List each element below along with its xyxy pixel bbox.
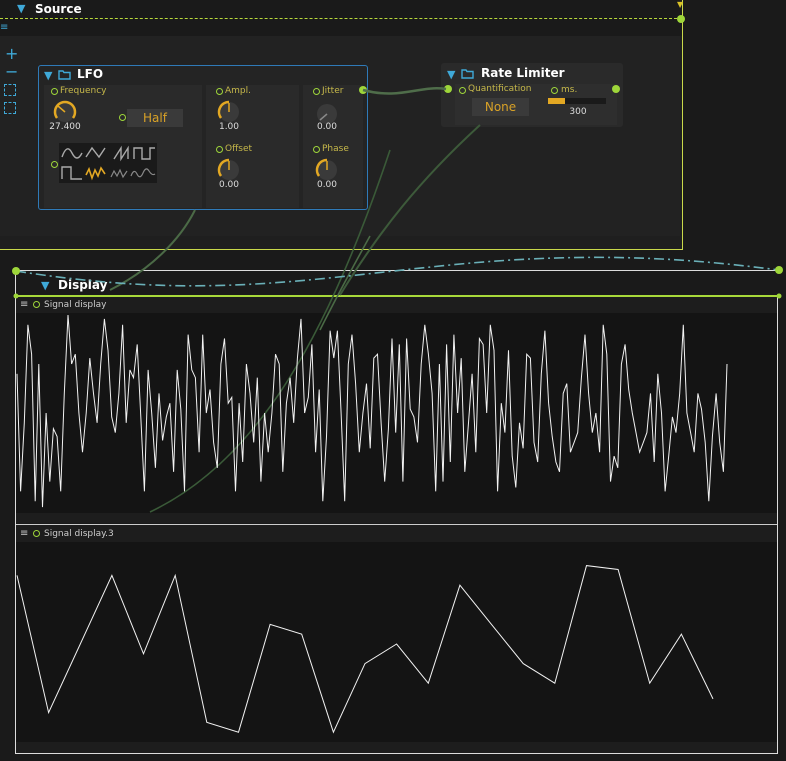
ms-value: 300 (569, 107, 587, 117)
display-group-header[interactable] (16, 273, 778, 297)
quantification-button[interactable]: None (472, 98, 529, 116)
offset-label: Offset (225, 144, 253, 154)
ms-port[interactable] (551, 87, 558, 94)
jitter-port[interactable] (313, 88, 320, 95)
signal-display-plot (16, 313, 777, 513)
offset-knob[interactable] (217, 158, 241, 182)
group-corner-handle[interactable] (677, 15, 685, 23)
frequency-port[interactable] (51, 88, 58, 95)
offset-port[interactable] (216, 146, 223, 153)
add-icon[interactable]: + (5, 46, 18, 62)
rate-limiter-node-title: Rate Limiter (481, 66, 565, 80)
menu-icon[interactable]: ≡ (0, 22, 8, 33)
display-group-title: Display (58, 278, 108, 292)
chevron-down-icon[interactable]: ▼ (44, 69, 52, 82)
signal-display-3-input-port[interactable] (33, 530, 40, 537)
ms-label: ms. (561, 85, 578, 95)
signal-display-3-plot (16, 542, 777, 742)
signal-display-input-port[interactable] (33, 301, 40, 308)
source-group-header[interactable] (0, 0, 682, 19)
amplitude-value: 1.00 (218, 122, 240, 132)
frequency-value: 27.400 (49, 122, 81, 132)
amplitude-port[interactable] (216, 88, 223, 95)
rate-limiter-input-port[interactable] (444, 85, 452, 93)
phase-port[interactable] (313, 146, 320, 153)
folder-icon[interactable] (58, 69, 71, 80)
lfo-output-port[interactable] (359, 86, 367, 94)
phase-knob[interactable] (315, 158, 339, 182)
offset-value: 0.00 (218, 180, 240, 190)
fit-view-icon[interactable] (4, 84, 16, 96)
amplitude-knob[interactable] (217, 100, 241, 124)
half-button[interactable]: Half (127, 109, 183, 127)
jitter-value: 0.00 (316, 122, 338, 132)
chevron-down-icon[interactable]: ▼ (17, 2, 25, 15)
ms-slider[interactable] (548, 98, 606, 104)
source-content-strip (0, 19, 682, 36)
quantification-label: Quantification (468, 84, 532, 94)
phase-label: Phase (322, 144, 349, 154)
source-group-title: Source (35, 2, 82, 16)
jitter-label: Jitter (322, 86, 344, 96)
frequency-knob[interactable] (53, 100, 77, 124)
menu-icon[interactable]: ≡ (20, 299, 28, 310)
select-all-icon[interactable] (4, 102, 16, 114)
frequency-label: Frequency (60, 86, 107, 96)
chevron-down-icon[interactable]: ▼ (447, 68, 455, 81)
rate-limiter-output-port[interactable] (612, 85, 620, 93)
chevron-down-icon[interactable]: ▼ (41, 279, 49, 292)
folder-icon[interactable] (461, 68, 474, 79)
amplitude-label: Ampl. (225, 86, 251, 96)
menu-icon[interactable]: ≡ (20, 528, 28, 539)
arrow-down-icon: ▼ (677, 0, 684, 9)
remove-icon[interactable]: − (5, 64, 18, 80)
signal-display-3-title: Signal display.3 (44, 529, 114, 539)
quantification-port[interactable] (459, 87, 466, 94)
lfo-node-title: LFO (77, 67, 104, 81)
mode-port[interactable] (119, 114, 126, 121)
phase-value: 0.00 (316, 180, 338, 190)
waveform-port[interactable] (51, 161, 58, 168)
ms-slider-fill (548, 98, 566, 104)
signal-display-title: Signal display (44, 300, 107, 310)
waveform-selector[interactable] (59, 143, 157, 183)
